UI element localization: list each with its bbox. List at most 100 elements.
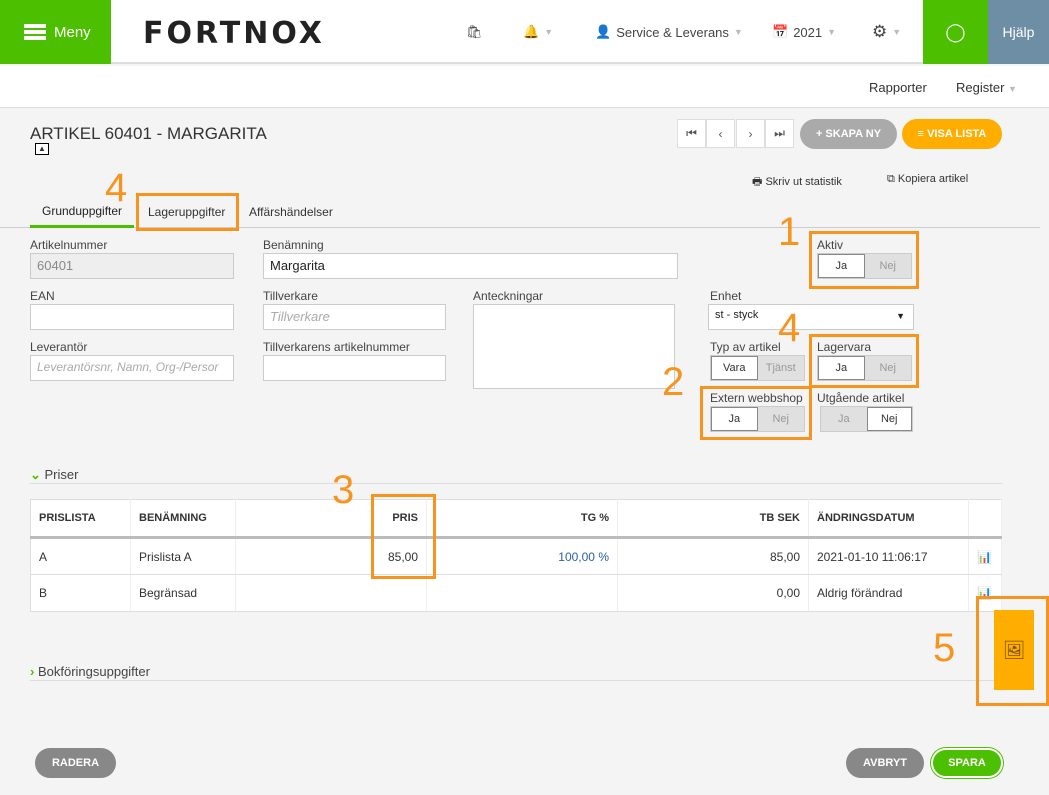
chevron-right-icon: › [748,126,753,141]
cell: 85,00 [617,537,809,575]
year-dropdown[interactable]: 📅 2021 ▼ [772,0,836,64]
table-header: PRISLISTA BENÄMNING PRIS TG % TB SEK ÄND… [30,499,1002,539]
bokforing-toggle[interactable]: › Bokföringsuppgifter [30,664,150,679]
caret-icon: ▼ [733,27,743,37]
hamburger-icon [24,24,46,40]
previous-button[interactable]: ‹ [706,119,735,148]
cell: B [30,574,131,612]
company-name: Service & Leverans [616,24,729,40]
priser-toggle[interactable]: ⌄ Priser [30,467,78,483]
menu-label: Meny [54,23,91,41]
copy-article-link[interactable]: ⧉ Kopiera artikel [887,173,968,186]
chat-bubble-icon: ◯ [945,21,966,42]
chevron-left-icon: ‹ [718,126,723,141]
tab-affarshandelser[interactable]: Affärshändelser [237,196,345,228]
annotation-box [809,334,919,388]
tillverkare-field[interactable]: Tillverkare [263,304,446,330]
typ-toggle[interactable]: Vara Tjänst [710,355,805,381]
chat-button[interactable]: ◯ [923,0,988,64]
shop-icon[interactable]: 🛍 [466,0,483,64]
caret-icon: ▼ [892,27,902,37]
delete-button[interactable]: RADERA [35,748,116,778]
table-row[interactable]: A Prislista A 85,00 100,00 % 85,00 2021-01-… [30,537,1002,575]
calendar-icon: 📅 [772,24,789,39]
cell: Aldrig förändrad [808,574,969,612]
anteckningar-label: Anteckningar [473,289,544,303]
cell: 2021-01-10 11:06:17 [808,537,969,575]
copy-icon: ⧉ [887,173,898,185]
cell-pris[interactable] [235,574,427,612]
year-label: 2021 [793,24,823,40]
dropdown-arrow-icon: ▼ [896,311,905,321]
ean-field[interactable] [30,304,234,330]
cell: A [30,537,131,575]
chart-icon[interactable]: 📊 [968,537,1002,575]
cell-tg[interactable]: 100,00 % [426,537,618,575]
col-tb: TB SEK [617,499,809,539]
caret-icon: ▼ [1008,84,1017,94]
image-icon[interactable]: ▲ [35,143,49,155]
enhet-label: Enhet [710,289,742,303]
annotation-box [136,193,239,231]
col-prislista: PRISLISTA [30,499,131,539]
utgaende-ja[interactable]: Ja [821,407,867,431]
list-icon: ≡ [917,128,928,140]
save-button[interactable]: SPARA [931,748,1003,778]
leverantor-field[interactable]: Leverantörsnr, Namn, Org-/Persor [30,355,234,381]
utgaende-toggle[interactable]: Ja Nej [820,406,913,432]
menu-button[interactable]: Meny [0,0,111,64]
anteckningar-field[interactable] [473,304,675,389]
tillverkarens-artikelnummer-field[interactable] [263,355,446,381]
next-button[interactable]: › [736,119,765,148]
typ-tjanst[interactable]: Tjänst [758,356,805,380]
print-statistics-link[interactable]: 🖶 Skriv ut statistik [752,173,842,192]
divider [30,680,1002,681]
annotation-box [809,231,919,289]
register-dropdown[interactable]: Register ▼ [956,80,1017,95]
show-list-button[interactable]: ≡ VISA LISTA [902,119,1002,149]
annotation-number: 1 [778,210,801,254]
priser-label: Priser [44,467,79,482]
benamning-field[interactable]: Margarita [263,253,678,279]
annotation-number: 5 [933,626,956,670]
enhet-select[interactable]: st - styck ▼ [708,304,914,330]
page-title: ARTIKEL 60401 - MARGARITA [30,124,267,143]
cell-tg[interactable] [426,574,618,612]
gear-icon: ⚙ [872,22,888,41]
settings-dropdown[interactable]: ⚙ ▼ [872,0,901,64]
last-button[interactable]: ⏭ [765,119,794,148]
utgaende-nej[interactable]: Nej [866,407,912,431]
chevron-down-icon: ⌄ [30,467,45,482]
list-label: VISA LISTA [927,128,987,140]
annotation-box [976,596,1049,706]
create-new-button[interactable]: + SKAPA NY [800,119,897,149]
enhet-value: st - styck [715,309,759,321]
register-label: Register [956,80,1005,95]
last-icon: ⏭ [774,126,785,140]
utgaende-label: Utgående artikel [817,391,905,405]
cell: Prislista A [130,537,236,575]
typ-vara[interactable]: Vara [711,356,758,380]
annotation-number: 3 [332,468,355,512]
help-button[interactable]: Hjälp [988,0,1049,64]
printer-icon: 🖶 [752,176,766,188]
price-table: PRISLISTA BENÄMNING PRIS TG % TB SEK ÄND… [30,499,1002,612]
col-benamning: BENÄMNING [130,499,236,539]
cancel-button[interactable]: AVBRYT [846,748,924,778]
annotation-number: 4 [778,306,801,350]
chevron-right-icon: › [30,664,38,679]
cell: 0,00 [617,574,809,612]
tillverkarens-artikelnummer-label: Tillverkarens artikelnummer [263,340,410,354]
notifications-button[interactable]: 🔔 ▼ [523,0,553,64]
table-row[interactable]: B Begränsad 0,00 Aldrig förändrad 📊 [30,574,1002,612]
company-dropdown[interactable]: 👤 Service & Leverans ▼ [595,0,743,64]
bell-icon: 🔔 [523,24,540,39]
create-label: SKAPA NY [825,128,882,140]
logo[interactable]: FORTNOX [143,16,325,51]
col-actions [968,499,1002,539]
artikelnummer-field[interactable]: 60401 [30,253,234,279]
col-tg: TG % [426,499,618,539]
first-button[interactable]: ⏮ [677,119,706,148]
caret-icon: ▼ [544,27,554,37]
reports-link[interactable]: Rapporter [869,80,927,95]
